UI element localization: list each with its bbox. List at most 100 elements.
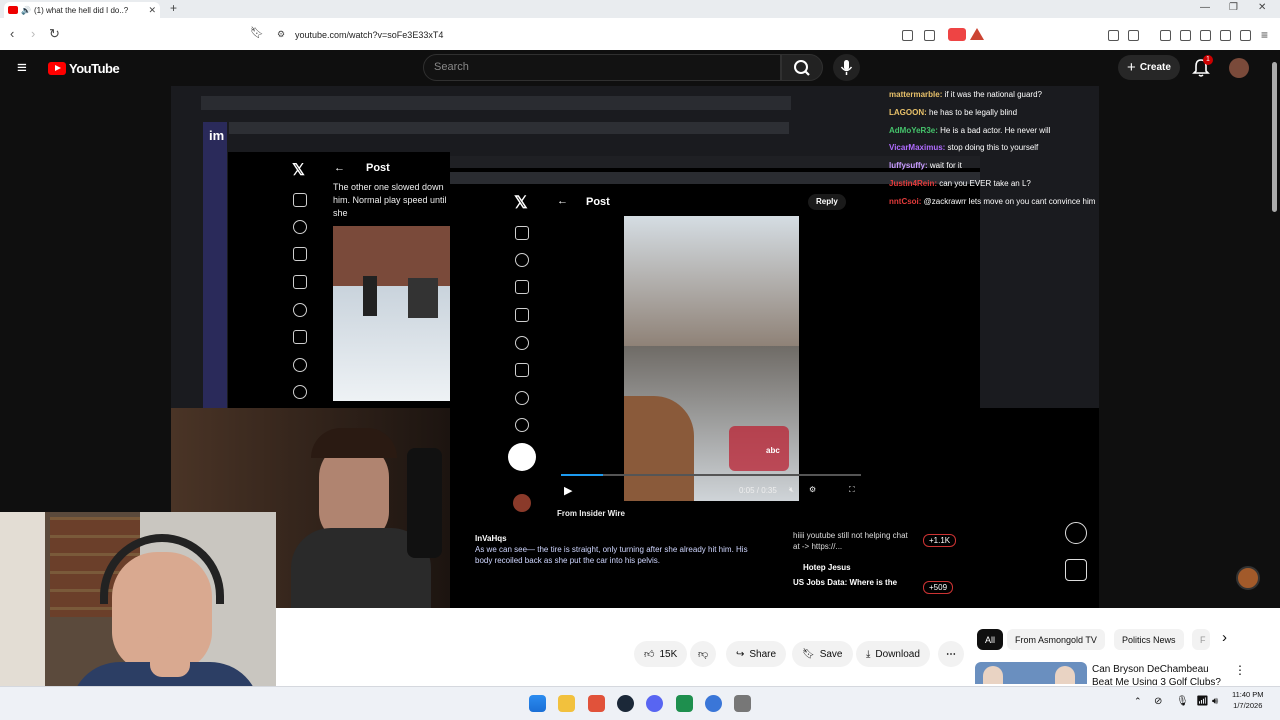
- compose-post-icon: [508, 443, 536, 471]
- side-snippet-2: Hotep Jesus: [803, 563, 851, 572]
- notifications-icon-center: [515, 280, 529, 294]
- reload-icon[interactable]: ↻: [49, 27, 60, 40]
- like-button[interactable]: 👍︎ 15K: [634, 641, 688, 667]
- leo-icon[interactable]: [1220, 30, 1231, 41]
- minimize-icon[interactable]: —: [1200, 2, 1210, 13]
- left-tweet-text: The other one slowed down him. Normal pl…: [333, 182, 447, 218]
- file-explorer-icon[interactable]: [558, 695, 575, 712]
- discord-icon[interactable]: [646, 695, 663, 712]
- chat-username: LAGOON:: [889, 107, 929, 117]
- search-button[interactable]: [781, 54, 823, 81]
- chip-from-asmongold-tv[interactable]: From Asmongold TV: [1007, 629, 1105, 650]
- chat-username: nntCsoi:: [889, 196, 924, 206]
- thumbs-down-icon: 👎︎: [698, 649, 709, 660]
- share-button[interactable]: ↪ Share: [726, 641, 787, 667]
- news-station-logo: abc: [766, 446, 780, 455]
- volume-icon[interactable]: 🔊︎: [1212, 696, 1218, 707]
- recommendation-title[interactable]: Can Bryson DeChambeau Beat Me Using 3 Go…: [1092, 663, 1232, 685]
- wifi-icon[interactable]: 📶︎: [1196, 696, 1209, 707]
- chat-text: stop doing this to yourself: [947, 143, 1039, 153]
- wallet-icon[interactable]: [1200, 30, 1211, 41]
- cast-icon[interactable]: [902, 30, 913, 41]
- page-scrollbar[interactable]: [1272, 62, 1277, 212]
- close-window-icon[interactable]: ✕: [1258, 2, 1266, 13]
- chat-message: VicarMaximus: stop doing this to yoursel…: [889, 139, 1099, 157]
- account-avatar[interactable]: [1229, 58, 1249, 78]
- browser-tab-strip: 🔊 (1) what the hell did I do..? ✕ + — ❐ …: [0, 0, 1280, 18]
- chat-text: wait for it: [929, 161, 962, 171]
- back-arrow-center: ←: [557, 195, 568, 207]
- new-tab-button[interactable]: +: [170, 2, 177, 14]
- communities-icon-center: [515, 363, 529, 377]
- recommendation-thumbnail[interactable]: [975, 662, 1087, 684]
- chip-more[interactable]: F: [1192, 629, 1210, 650]
- microphone-icon: [840, 60, 853, 75]
- hamburger-menu-icon[interactable]: ≡: [17, 59, 27, 76]
- address-bar[interactable]: youtube.com/watch?v=soFe3E33xT4: [295, 30, 443, 40]
- chip-politics-news[interactable]: Politics News: [1114, 629, 1184, 650]
- bookmark-icon[interactable]: 🔖︎: [250, 27, 264, 40]
- recommendation-menu-icon[interactable]: ⋮: [1234, 663, 1246, 677]
- side-snippet-1: hiiii youtube still not helping chat at …: [793, 531, 908, 551]
- more-icon-center: [515, 418, 529, 432]
- forward-icon[interactable]: ›: [31, 27, 35, 40]
- tray-icon-1[interactable]: ⊘: [1154, 696, 1162, 707]
- search-input[interactable]: Search: [423, 54, 781, 81]
- center-post-header: Post: [586, 196, 610, 208]
- media-icon[interactable]: [1160, 30, 1171, 41]
- sidebar-icon[interactable]: [1180, 30, 1191, 41]
- dislike-button[interactable]: 👎︎: [690, 641, 717, 667]
- close-tab-icon[interactable]: ✕: [148, 5, 156, 16]
- reader-icon[interactable]: [1128, 30, 1139, 41]
- share-page-icon[interactable]: [924, 30, 935, 41]
- messages-side-button: [1065, 559, 1087, 581]
- speaker-icon[interactable]: 🔊: [21, 6, 31, 15]
- plus-icon: +: [1127, 59, 1136, 76]
- youtube-logo[interactable]: YouTube: [48, 61, 120, 76]
- start-menu-icon[interactable]: [529, 695, 546, 712]
- chat-text: @zackrawrr lets move on you cant convinc…: [923, 196, 1096, 206]
- notifications-icon-left: [293, 247, 307, 261]
- tray-chevron-icon[interactable]: ⌃: [1134, 696, 1142, 707]
- browser-tab[interactable]: 🔊 (1) what the hell did I do..? ✕: [4, 2, 160, 18]
- voice-search-button[interactable]: [833, 54, 860, 81]
- tray-icon-2[interactable]: 🎙︎: [1176, 696, 1189, 707]
- more-actions-button[interactable]: ⋯: [938, 641, 964, 667]
- app-misc-icon[interactable]: [734, 695, 751, 712]
- back-icon[interactable]: ‹: [10, 27, 14, 40]
- vpn-icon[interactable]: [1240, 30, 1251, 41]
- app-blue-icon[interactable]: [705, 695, 722, 712]
- brave-rewards-icon[interactable]: [970, 28, 984, 40]
- messages-icon-center: [515, 308, 529, 322]
- app-green-icon[interactable]: [676, 695, 693, 712]
- chat-username: Justin4Rein:: [889, 178, 940, 188]
- create-button[interactable]: + Create: [1118, 55, 1180, 80]
- grok-icon-left: [293, 303, 307, 317]
- video-player[interactable]: im 𝕏 ← Post The other one slowed down hi…: [171, 86, 1099, 608]
- chip-all[interactable]: All: [977, 629, 1004, 650]
- steam-icon[interactable]: [617, 695, 634, 712]
- tweet-video-mute-icon: 🔇︎: [789, 485, 795, 494]
- floating-avatar[interactable]: [1236, 566, 1260, 590]
- chips-next-arrow-icon[interactable]: ›: [1222, 629, 1227, 646]
- restore-icon[interactable]: ❐: [1229, 2, 1238, 13]
- save-button[interactable]: 🔖︎ Save: [792, 641, 853, 667]
- browser-menu-icon[interactable]: ≡: [1261, 28, 1268, 42]
- extensions-icon[interactable]: [1108, 30, 1119, 41]
- communities-icon-left: [293, 330, 307, 344]
- x-logo-left: 𝕏: [292, 162, 305, 179]
- chat-message: LAGOON: he has to be legally blind: [889, 104, 1099, 122]
- taskbar-clock[interactable]: 11:40 PM 1/7/2026: [1232, 689, 1264, 711]
- chat-username: luffysuffy:: [889, 161, 930, 171]
- explore-icon-center: [515, 253, 529, 267]
- search-icon: [794, 60, 810, 76]
- download-button[interactable]: ⤓ Download: [856, 641, 930, 667]
- site-info-icon[interactable]: ⚙: [277, 28, 285, 41]
- chat-text: he has to be legally blind: [929, 107, 1018, 117]
- brave-shields-icon[interactable]: [948, 28, 966, 41]
- bg-window-2: [201, 96, 791, 110]
- share-icon: ↪: [736, 648, 745, 660]
- save-label: Save: [819, 648, 843, 660]
- brave-taskbar-icon[interactable]: [588, 695, 605, 712]
- taskbar-time: 11:40 PM: [1232, 690, 1264, 699]
